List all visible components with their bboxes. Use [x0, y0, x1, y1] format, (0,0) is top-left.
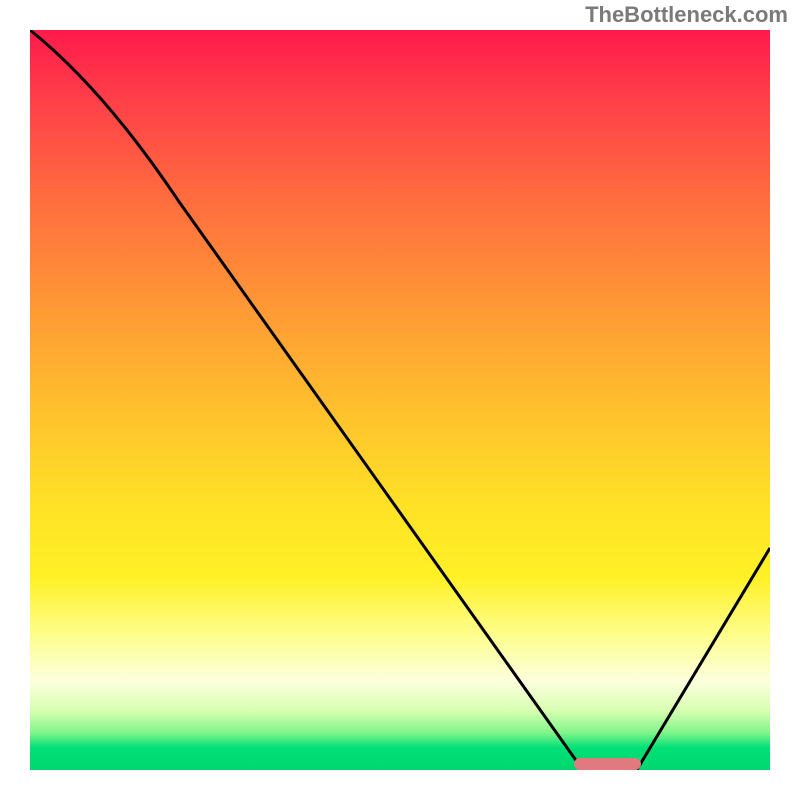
bottleneck-chart: TheBottleneck.com	[0, 0, 800, 800]
optimal-range-marker	[574, 758, 641, 770]
plot-area	[30, 30, 770, 770]
bottleneck-curve-path	[30, 30, 770, 770]
curve-svg	[30, 30, 770, 770]
watermark-text: TheBottleneck.com	[585, 2, 788, 28]
